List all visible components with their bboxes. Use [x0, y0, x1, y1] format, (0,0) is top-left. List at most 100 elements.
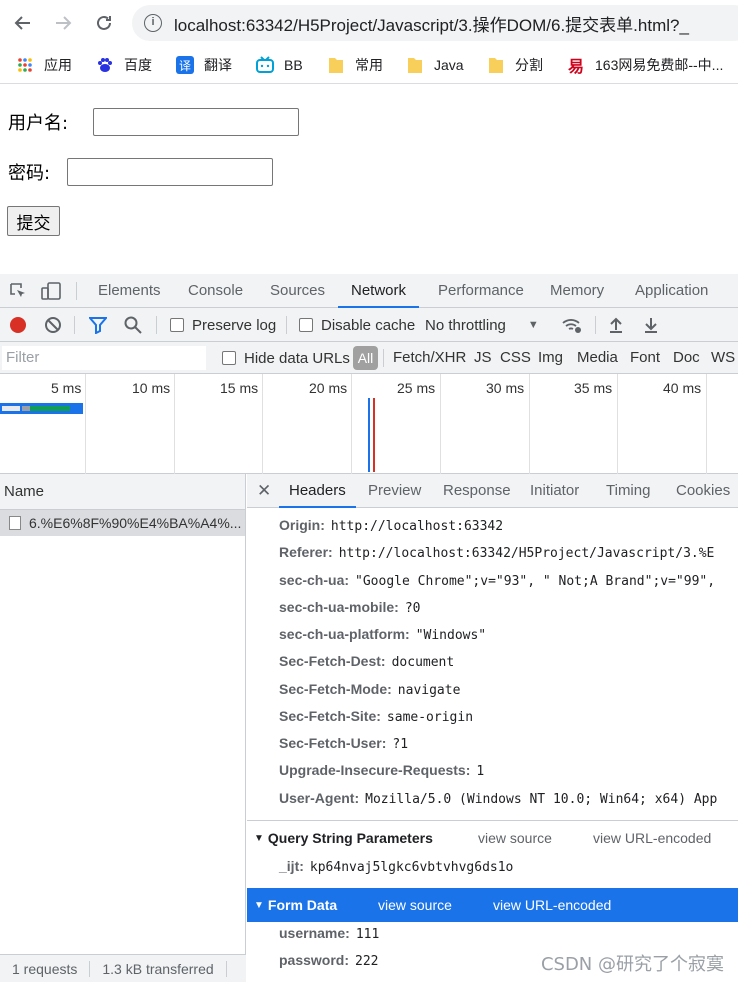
bookmark-label: 应用 [44, 57, 72, 73]
tab-initiator[interactable]: Initiator [530, 474, 579, 508]
request-row[interactable]: 6.%E6%8F%90%E4%BA%A4%... [0, 510, 245, 536]
hide-data-urls-checkbox[interactable]: Hide data URLs [222, 342, 350, 374]
filter-doc[interactable]: Doc [673, 342, 700, 374]
import-har-icon[interactable] [608, 308, 624, 342]
csdn-watermark: CSDN @研究了个寂寞 [540, 954, 724, 975]
filter-funnel-icon[interactable] [89, 308, 107, 342]
device-toolbar-icon[interactable] [41, 282, 61, 303]
forward-arrow-icon[interactable] [50, 10, 76, 36]
hide-data-urls-label: Hide data URLs [244, 349, 350, 367]
filter-input[interactable]: Filter [2, 346, 206, 370]
tab-console[interactable]: Console [188, 274, 243, 308]
tab-sources[interactable]: Sources [270, 274, 325, 308]
submit-button[interactable]: 提交 [7, 206, 60, 236]
header-row: Origin: http://localhost:63342 [279, 517, 503, 539]
inspect-element-icon[interactable] [9, 282, 27, 303]
bookmark-bb[interactable]: BB [256, 54, 303, 76]
export-har-icon[interactable] [643, 308, 659, 342]
view-source-link[interactable]: view source [378, 897, 452, 913]
dropdown-triangle-icon: ▼ [527, 319, 539, 331]
bookmarks-bar: 应用 百度 译 翻译 BB 常用 Java 分割 易 163网易免费邮--中..… [0, 46, 738, 84]
clear-icon[interactable] [44, 308, 62, 342]
filter-media[interactable]: Media [577, 342, 618, 374]
close-icon[interactable]: ✕ [257, 474, 271, 508]
bookmark-folder-java[interactable]: Java [406, 54, 464, 76]
tab-elements[interactable]: Elements [98, 274, 161, 308]
site-info-icon[interactable]: i [144, 14, 162, 32]
checkbox-box[interactable] [299, 318, 313, 332]
filter-font[interactable]: Font [630, 342, 660, 374]
tab-cookies[interactable]: Cookies [676, 474, 730, 508]
bookmark-163-mail[interactable]: 易 163网易免费邮--中... [567, 54, 723, 76]
tick-label: 15 ms [220, 380, 259, 396]
password-input[interactable] [67, 158, 273, 186]
header-row: sec-ch-ua: "Google Chrome";v="93", " Not;… [279, 572, 715, 594]
dom-content-loaded-marker [368, 398, 370, 472]
address-bar[interactable]: i localhost:63342/H5Project/Javascript/3… [132, 5, 738, 41]
timeline-gridline [529, 374, 530, 474]
header-row: Sec-Fetch-Mode: navigate [279, 681, 460, 703]
filter-css[interactable]: CSS [500, 342, 531, 374]
filter-all-button[interactable]: All [353, 346, 378, 370]
name-column-header[interactable]: Name [0, 474, 245, 510]
view-source-link[interactable]: view source [478, 830, 552, 846]
view-url-encoded-link[interactable]: view URL-encoded [593, 830, 711, 846]
tab-application[interactable]: Application [635, 274, 708, 308]
header-value: navigate [397, 683, 461, 698]
tab-response[interactable]: Response [443, 474, 511, 508]
header-value: Mozilla/5.0 (Windows NT 10.0; Win64; x64… [365, 792, 718, 807]
header-row: User-Agent: Mozilla/5.0 (Windows NT 10.0;… [279, 790, 717, 812]
record-icon[interactable] [9, 308, 27, 342]
bookmark-apps[interactable]: 应用 [16, 54, 72, 76]
query-string-section-header[interactable]: ▼ Query String Parameters view source vi… [247, 822, 738, 854]
header-key: Origin: [279, 517, 325, 533]
header-row: Referer: http://localhost:63342/H5Project… [279, 544, 714, 566]
bookmark-folder-common[interactable]: 常用 [327, 54, 383, 76]
request-details: ✕ Headers Preview Response Initiator Tim… [247, 474, 738, 982]
bookmark-translate[interactable]: 译 翻译 [176, 54, 232, 76]
back-arrow-icon[interactable] [10, 10, 36, 36]
filter-js[interactable]: JS [474, 342, 492, 374]
preserve-log-checkbox[interactable]: Preserve log [170, 308, 276, 342]
translate-icon: 译 [176, 56, 194, 74]
bookmark-folder-split[interactable]: 分割 [487, 54, 543, 76]
timeline-gridline [440, 374, 441, 474]
tick-label: 35 ms [574, 380, 613, 396]
tab-headers[interactable]: Headers [279, 474, 356, 508]
search-icon[interactable] [124, 308, 142, 342]
tab-network[interactable]: Network [338, 274, 420, 308]
checkbox-box[interactable] [170, 318, 184, 332]
form-data-section-header[interactable]: ▼ Form Data view source view URL-encoded [247, 888, 738, 922]
network-conditions-icon[interactable] [561, 308, 583, 342]
checkbox-box[interactable] [222, 351, 236, 365]
view-url-encoded-link[interactable]: view URL-encoded [493, 897, 611, 913]
timeline-gridline [617, 374, 618, 474]
tab-timing[interactable]: Timing [606, 474, 650, 508]
folder-icon [487, 56, 505, 74]
baidu-paw-icon [96, 56, 114, 74]
username-input[interactable] [93, 108, 299, 136]
tick-label: 20 ms [309, 380, 348, 396]
bookmark-label: 163网易免费邮--中... [595, 57, 724, 73]
tab-memory[interactable]: Memory [550, 274, 604, 308]
preserve-log-label: Preserve log [192, 316, 277, 334]
filter-img[interactable]: Img [538, 342, 563, 374]
transferred-size: 1.3 kB transferred [102, 960, 214, 977]
param-key: _ijt: [279, 858, 304, 874]
filter-fetch-xhr[interactable]: Fetch/XHR [393, 342, 466, 374]
filter-ws[interactable]: WS [711, 342, 735, 374]
request-name: 6.%E6%8F%90%E4%BA%A4%... [29, 515, 242, 531]
header-row: sec-ch-ua-platform: "Windows" [279, 626, 486, 648]
tab-performance[interactable]: Performance [438, 274, 524, 308]
bookmark-baidu[interactable]: 百度 [96, 54, 152, 76]
header-key: User-Agent: [279, 790, 360, 806]
username-label: 用户名: [8, 113, 69, 134]
throttling-select[interactable]: No throttling ▼ [425, 308, 539, 342]
disable-cache-checkbox[interactable]: Disable cache [299, 308, 415, 342]
reload-icon[interactable] [91, 10, 117, 36]
timeline-overview[interactable]: 5 ms 10 ms 15 ms 20 ms 25 ms 30 ms 35 ms… [0, 374, 738, 474]
request-list: Name 6.%E6%8F%90%E4%BA%A4%... 1 requests… [0, 474, 246, 982]
netease-mail-icon: 易 [567, 59, 584, 76]
tick-label: 10 ms [132, 380, 171, 396]
tab-preview[interactable]: Preview [368, 474, 421, 508]
